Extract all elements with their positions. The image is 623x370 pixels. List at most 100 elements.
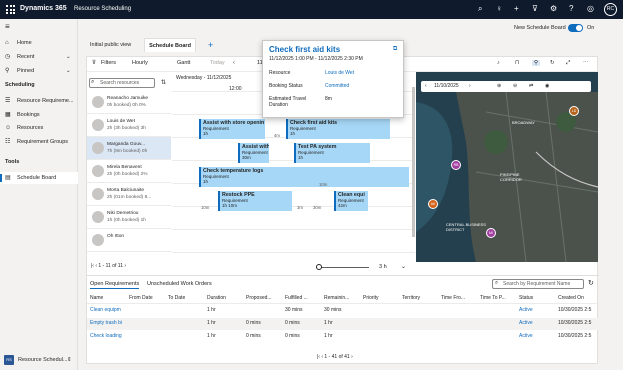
travel-time-label: 30m [313,205,322,210]
resource-row[interactable]: Oh Itton [87,229,171,252]
gear-icon[interactable]: ⚙ [550,4,557,13]
column-header[interactable]: Duration [207,295,226,301]
prev-date-icon[interactable]: ‹ [233,60,235,66]
area-badge: RS [4,355,14,365]
tab-schedule-board[interactable]: Schedule Board [144,38,196,52]
map-pin[interactable]: LD [569,106,579,116]
column-header[interactable]: Priority [363,295,379,301]
hamburger-icon[interactable]: ≡ [5,22,10,31]
prev-date-icon[interactable]: ‹ [425,81,427,92]
column-header[interactable]: Territory [402,295,420,301]
column-header[interactable]: Remainin... [324,295,349,301]
booking-block[interactable]: Check first aid kits Requirement 1h [286,119,390,139]
gantt-view-button[interactable]: Gantt [177,60,190,66]
area-switcher[interactable]: RS Resource Schedul... ⇕ [3,354,75,366]
map-toggle-icon[interactable]: ⚲ [532,60,541,66]
visibility-icon[interactable]: ◉ [545,81,549,92]
more-icon[interactable]: ⋯ [583,60,589,66]
column-header[interactable]: Fulfilled ... [285,295,308,301]
refresh-icon[interactable]: ↻ [588,279,594,287]
expand-icon[interactable]: ⤢ [566,60,570,67]
sidebar-item-bookings[interactable]: ▦ Bookings [0,109,78,121]
map-date[interactable]: 11/10/2025 [434,81,459,92]
lightbulb-icon[interactable]: ♀ [496,4,502,13]
sidebar-item-schedule-board[interactable]: ▤ Schedule Board [0,172,78,184]
sidebar-item-resource-requirements[interactable]: ☰ Resource Requireme... [0,95,78,107]
date-header: Wednesday - 11/12/2025 [176,75,232,81]
requirement-search-input[interactable]: Search by Requirement Name [492,279,584,289]
popup-resource-link[interactable]: Louis de Wet [325,70,354,76]
user-avatar[interactable]: RC [604,3,617,16]
tab-initial-public-view[interactable]: Initial public view [90,38,131,52]
table-row[interactable]: Check loading 1 hr 0 mins 0 mins 1 hr Ac… [87,331,599,343]
resource-row[interactable]: Morta Balciunaite 2h (01m booked) 8... [87,183,171,206]
filters-button[interactable]: Filters [101,60,116,66]
popup-title[interactable]: Check first aid kits [269,45,397,54]
booking-block[interactable]: Assist with Requirement 30m [238,143,269,163]
column-header[interactable]: To Date [168,295,185,301]
zoom-slider-thumb[interactable] [316,264,322,270]
column-header[interactable]: Status [519,295,533,301]
help-icon[interactable]: ? [569,4,573,13]
table-row[interactable]: Empty trash bi 1 hr 0 mins 0 mins 1 hr A… [87,318,599,330]
booking-block[interactable]: Clean equi Requirement 42m [334,191,368,211]
map-panel[interactable]: ‹ 11/10/2025 › ⊕ ⊖ ⇄ ◉ BROADWAY PIKE/PIN… [416,72,598,262]
booking-block[interactable]: Test PA system Requirement 1h [294,143,370,163]
map-pin[interactable]: MI [486,228,496,238]
travel-time-label: 10m [201,205,210,210]
sidebar-item-requirement-groups[interactable]: ☷ Requirement Groups [0,136,78,148]
hourly-view-button[interactable]: Hourly [132,60,148,66]
resource-row[interactable]: Marganda Gouv... 7h (8m booked) 0h [87,137,171,160]
app-name[interactable]: Resource Scheduling [74,6,131,12]
resource-search-input[interactable]: Search resources [89,78,155,88]
lock-icon[interactable]: ⊓ [515,60,519,66]
column-header[interactable]: From Date [129,295,153,301]
map-pin[interactable]: AK [428,199,438,209]
booking-block[interactable]: Restock PPE Requirement 1h 10m [218,191,292,211]
zoom-slider[interactable] [317,267,369,268]
sidebar-item-resources[interactable]: ☺ Resources [0,122,78,134]
booking-block[interactable]: Check temperature logs Requirement 1h [199,167,409,187]
route-icon[interactable]: ⇄ [529,81,533,92]
popup-status[interactable]: Committed [325,83,349,89]
app-launcher-icon[interactable] [6,5,15,14]
sidebar-item-home[interactable]: ⌂ Home [0,37,78,49]
resource-row[interactable]: Louis de Wet 2h (3h booked) 3h [87,114,171,137]
pin-icon: ⚲ [5,68,10,74]
assistant-icon[interactable]: ◎ [587,4,594,13]
resource-row[interactable]: Mirela Benavent 2h (0h booked) 2% [87,160,171,183]
filter-icon[interactable]: ⊽ [532,4,538,13]
brand-title[interactable]: Dynamics 365 [20,5,67,12]
tab-open-requirements[interactable]: Open Requirements [90,281,140,289]
resource-row[interactable]: Niki Demetriou 1h (0h booked) 1h [87,206,171,229]
open-icon[interactable]: ⧉ [393,46,397,53]
chevron-down-icon[interactable]: ⌄ [401,263,406,270]
bell-icon[interactable]: ♪ [497,60,500,66]
map-pin[interactable]: RB [451,160,461,170]
zoom-in-icon[interactable]: ⊕ [497,81,501,92]
column-header[interactable]: Proposed... [246,295,272,301]
next-page-icon[interactable]: › [350,354,353,360]
search-icon[interactable]: ⌕ [478,4,482,14]
tab-unscheduled-work-orders[interactable]: Unscheduled Work Orders [147,281,212,287]
booking-block[interactable]: Assist with store openin Requirement 1h [199,119,265,139]
next-page-icon[interactable]: › [123,263,126,269]
add-tab-button[interactable]: + [208,38,213,52]
sidebar-item-recent[interactable]: ◷ Recent ⌄ [0,51,78,63]
column-header[interactable]: Name [90,295,103,301]
column-header[interactable]: Time Fro... [441,295,465,301]
new-board-toggle[interactable] [568,24,583,32]
column-header[interactable]: Time To P... [480,295,506,301]
next-date-icon[interactable]: › [469,81,471,92]
table-row[interactable]: Clean equipm 1 hr 30 mins 30 mins Active… [87,305,599,317]
filter-icon[interactable]: ⊽ [92,60,96,66]
zoom-out-icon[interactable]: ⊖ [513,81,517,92]
sort-icon[interactable]: ⇅ [161,79,166,86]
resource-row[interactable]: Reanacho Jamuike 0h booked) 0h 0% [87,91,171,114]
today-button[interactable]: Today [210,60,225,66]
add-icon[interactable]: + [514,4,519,13]
sidebar-item-pinned[interactable]: ⚲ Pinned ⌄ [0,65,78,77]
column-header[interactable]: Created On [558,295,584,301]
grid-scrollbar[interactable] [412,87,415,237]
refresh-icon[interactable]: ↻ [550,60,555,66]
